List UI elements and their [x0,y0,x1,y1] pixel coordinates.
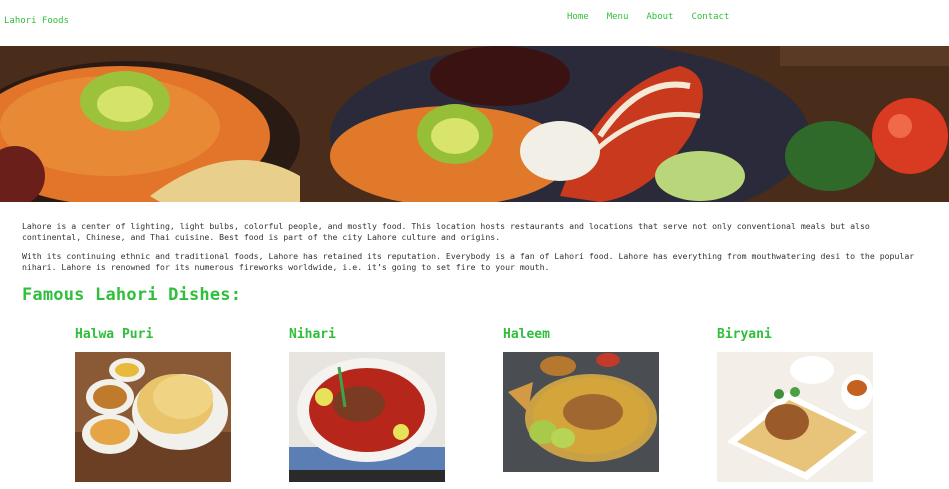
hero-banner-image [0,46,949,202]
dish-photo-biryani [717,352,873,482]
brand-link[interactable]: Lahori Foods [4,16,69,26]
dish-card-haleem: Haleem [503,327,663,482]
nav-links: Home Menu About Contact [567,11,747,23]
nav-menu-link[interactable]: Menu [607,11,629,23]
top-navbar: Lahori Foods Home Menu About Contact [0,0,949,46]
section-title: Famous Lahori Dishes: [22,285,242,305]
dish-title: Biryani [717,327,772,342]
intro-paragraph-1: Lahore is a center of lighting, light bu… [22,221,870,242]
dish-photo-halwa-puri [75,352,231,482]
nav-contact-link[interactable]: Contact [691,11,729,23]
dish-title: Halwa Puri [75,327,154,342]
dish-card-biryani: Biryani [717,327,877,482]
intro-paragraph-2: With its continuing ethnic and tradition… [22,251,915,272]
nav-home-link[interactable]: Home [567,11,589,23]
dish-title: Haleem [503,327,550,342]
dish-title: Nihari [289,327,336,342]
dish-photo-haleem [503,352,659,482]
dish-card-halwa-puri: Halwa Puri [75,327,235,482]
nav-about-link[interactable]: About [646,11,673,23]
dish-card-nihari: Nihari [289,327,449,482]
intro-section: Lahore is a center of lighting, light bu… [22,221,932,281]
dish-photo-nihari [289,352,445,482]
